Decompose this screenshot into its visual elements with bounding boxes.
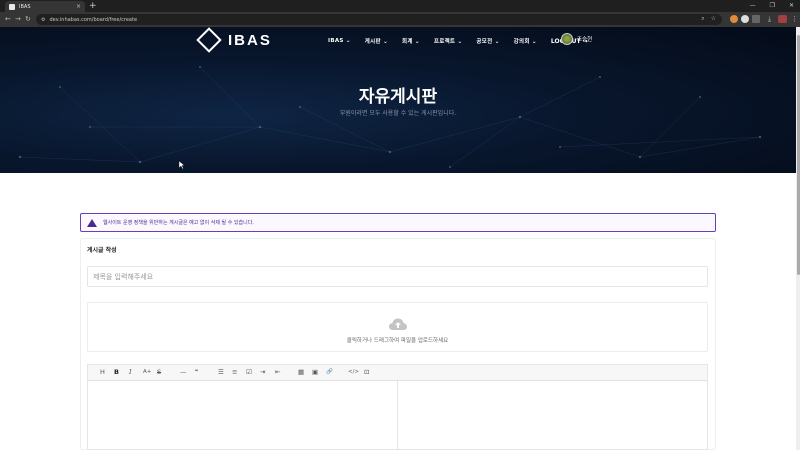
forward-icon[interactable]: → [15, 14, 21, 25]
tab-close-icon[interactable]: × [76, 3, 81, 10]
url-text: dev.inhabas.com/board/free/create [49, 16, 138, 23]
browser-tab-bar: IBAS × + — ❐ ✕ [0, 0, 800, 12]
upload-hint: 클릭하거나 드래그하여 파일을 업로드하세요 [346, 338, 449, 344]
font-size-button[interactable]: A+ [143, 367, 151, 377]
zoom-icon[interactable]: ⌕ [701, 15, 704, 23]
maximize-icon[interactable]: ❐ [770, 0, 775, 12]
main-navigation: IBAS ⌄ 게시판 ⌄ 회계 ⌄ 프로젝트 ⌄ 공모전 ⌄ 강의회 ⌄ LOG… [328, 37, 588, 46]
close-window-icon[interactable]: ✕ [789, 0, 794, 12]
extension-icon[interactable] [730, 15, 738, 23]
bold-button[interactable]: B [114, 367, 119, 377]
nav-item-lecture[interactable]: 강의회 ⌄ [514, 37, 537, 45]
warning-icon [87, 218, 97, 227]
mouse-cursor-icon [179, 161, 185, 169]
profile-icon[interactable] [778, 15, 787, 23]
hero-banner: IBAS IBAS ⌄ 게시판 ⌄ 회계 ⌄ 프로젝트 ⌄ 공모전 ⌄ 강의회 … [0, 27, 796, 173]
heading-button[interactable]: H [100, 367, 105, 377]
tab-title: IBAS [19, 3, 31, 10]
browser-toolbar: ← → ↻ ⚙ dev.inhabas.com/board/free/creat… [0, 12, 800, 27]
italic-button[interactable]: I [129, 367, 132, 377]
upload-cloud-icon [389, 318, 407, 330]
back-icon[interactable]: ← [5, 14, 11, 25]
card-title: 게시글 작성 [87, 247, 117, 254]
tab-favicon-icon [9, 3, 15, 10]
table-button[interactable]: ▦ [298, 367, 304, 377]
editor-split-divider [397, 381, 398, 450]
window-controls: — ❐ ✕ [750, 0, 794, 12]
nav-item-contest[interactable]: 공모전 ⌄ [476, 37, 499, 45]
extensions-puzzle-icon[interactable] [752, 15, 760, 23]
bookmark-star-icon[interactable]: ☆ [711, 15, 716, 23]
alert-text: 웹사이트 운영 정책을 위반하는 게시글은 예고 없이 삭제 될 수 있습니다. [103, 220, 254, 226]
user-name: 조승현 [577, 37, 593, 43]
bullet-list-button[interactable]: ☰ [218, 367, 224, 377]
download-icon[interactable]: ⤓ [768, 14, 771, 25]
menu-icon[interactable]: ⋮ [791, 14, 798, 25]
nav-item-project[interactable]: 프로젝트 ⌄ [434, 37, 463, 45]
ordered-list-button[interactable]: ≡ [232, 367, 237, 377]
logo-mark-icon [196, 27, 222, 53]
nav-item-ibas[interactable]: IBAS ⌄ [328, 38, 351, 44]
code-button[interactable]: </> [348, 367, 359, 377]
outdent-button[interactable]: ⇤ [275, 367, 280, 377]
indent-button[interactable]: ⇥ [260, 367, 265, 377]
policy-alert: 웹사이트 운영 정책을 위반하는 게시글은 예고 없이 삭제 될 수 있습니다. [80, 213, 716, 232]
post-title-input[interactable] [87, 266, 708, 287]
strike-button[interactable]: S [157, 367, 161, 377]
site-info-icon[interactable]: ⚙ [41, 17, 45, 23]
minimize-icon[interactable]: — [750, 0, 756, 12]
browser-tab[interactable]: IBAS × [5, 1, 85, 12]
task-list-button[interactable]: ☑ [246, 367, 252, 377]
page-subtitle: 부원이라면 모두 사용할 수 있는 게시판입니다. [339, 110, 457, 117]
code-block-button[interactable]: ⊡ [364, 367, 369, 377]
horizontal-rule-button[interactable]: — [180, 367, 187, 377]
avatar[interactable] [561, 33, 573, 45]
logo-text: IBAS [228, 31, 272, 49]
page-title: 자유게시판 [358, 87, 438, 107]
quote-button[interactable]: ❝ [195, 367, 198, 377]
extension-icon[interactable] [741, 15, 749, 23]
image-button[interactable]: ▣ [312, 367, 318, 377]
link-button[interactable]: 🔗 [326, 367, 333, 377]
new-tab-button[interactable]: + [89, 0, 97, 12]
reload-icon[interactable]: ↻ [25, 14, 31, 25]
nav-item-accounting[interactable]: 회계 ⌄ [402, 37, 420, 45]
site-logo[interactable]: IBAS [196, 27, 272, 53]
address-bar[interactable]: ⚙ dev.inhabas.com/board/free/create ⌕ ☆ [36, 14, 722, 25]
user-profile[interactable]: 조승현 [561, 33, 592, 45]
nav-item-board[interactable]: 게시판 ⌄ [365, 37, 388, 45]
